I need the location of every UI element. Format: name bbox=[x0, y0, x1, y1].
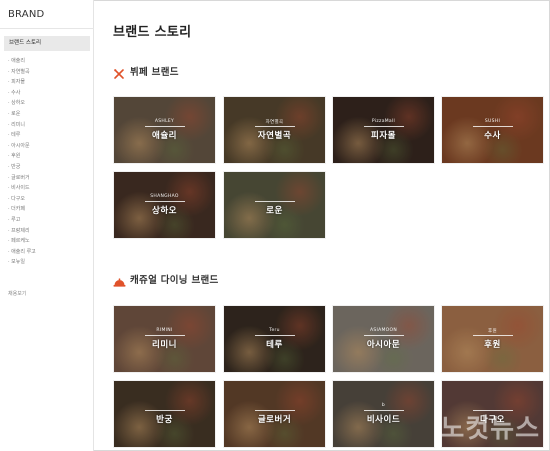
brand-card-name: 애슐리 bbox=[152, 131, 177, 141]
brand-card-logo: b bbox=[381, 403, 386, 408]
brand-card-logo: 자연별곡 bbox=[265, 120, 284, 125]
brand-card-logo bbox=[224, 194, 325, 200]
brand-card-globurger[interactable]: 글로버거 bbox=[223, 380, 326, 448]
brand-card-jayeonbyeolgok[interactable]: 자연별곡 자연별곡 bbox=[223, 96, 326, 164]
sidebar: BRAND 브랜드 스토리 · 애슐리 · 자연별곡 · 피자몰 · 수사 · … bbox=[0, 0, 94, 451]
brand-card-name: 자연별곡 bbox=[257, 131, 292, 141]
brand-card-logo: PizzaMall bbox=[371, 119, 396, 124]
sidebar-item[interactable]: · 반궁 bbox=[8, 162, 36, 173]
brand-card-pizzamall[interactable]: PizzaMall 피자몰 bbox=[332, 96, 435, 164]
brand-card-name: 테루 bbox=[266, 340, 283, 350]
brand-card-roun[interactable]: 로운 bbox=[223, 171, 326, 239]
main-content: 브랜드 스토리 뷔페 브랜드 캐쥬얼 다이닝 브랜드 ASHLEY 애슐리 자연… bbox=[95, 0, 550, 451]
sidebar-extra-link[interactable]: 채용보기 bbox=[8, 290, 26, 297]
brand-card-name: 상하오 bbox=[152, 206, 177, 216]
brand-card-name: 후원 bbox=[484, 340, 501, 350]
brand-card-logo: Teru bbox=[269, 328, 280, 333]
page-title: 브랜드 스토리 bbox=[113, 25, 192, 40]
sidebar-item[interactable]: · 애슐리 bbox=[8, 56, 36, 67]
sidebar-item[interactable]: · 로운 bbox=[8, 109, 36, 120]
brand-card-logo: SHANGHAO bbox=[150, 194, 179, 199]
brand-card-huwon[interactable]: 후원 후원 bbox=[441, 305, 544, 373]
sidebar-item[interactable]: · 후원 bbox=[8, 151, 36, 162]
brand-card-name: 글로버거 bbox=[257, 415, 292, 425]
brand-card-name: 피자몰 bbox=[371, 131, 396, 141]
brand-card-logo bbox=[224, 403, 325, 409]
brand-card-sushi[interactable]: SUSHI 수사 bbox=[441, 96, 544, 164]
brand-card-shanghao[interactable]: SHANGHAO 상하오 bbox=[113, 171, 216, 239]
brand-card-name: 리미니 bbox=[152, 340, 177, 350]
sidebar-item[interactable]: · 글로버거 bbox=[8, 173, 36, 184]
brand-card-logo: ASIAMOON bbox=[369, 328, 398, 333]
sidebar-item[interactable]: · 자연별곡 bbox=[8, 67, 36, 78]
brand-card-logo: SUSHI bbox=[484, 119, 501, 124]
brand-card-asiamoon[interactable]: ASIAMOON 아시아문 bbox=[332, 305, 435, 373]
sidebar-item[interactable]: · 피자몰 bbox=[8, 77, 36, 88]
sidebar-item[interactable]: · 루고 bbox=[8, 215, 36, 226]
sidebar-item[interactable]: · 리미니 bbox=[8, 120, 36, 131]
brand-card-logo: ASHLEY bbox=[154, 119, 175, 124]
sidebar-item[interactable]: · 다구오 bbox=[8, 194, 36, 205]
sidebar-item[interactable]: · 프랑제리 bbox=[8, 226, 36, 237]
brand-card-logo: 후원 bbox=[488, 329, 497, 334]
section-buffet-header: 뷔페 브랜드 bbox=[113, 64, 179, 79]
sidebar-item[interactable]: · 테루 bbox=[8, 130, 36, 141]
brand-card-ashley[interactable]: ASHLEY 애슐리 bbox=[113, 96, 216, 164]
watermark: 노컷뉴스 bbox=[440, 414, 540, 444]
sidebar-item[interactable]: · 애슐리 루고 bbox=[8, 247, 36, 258]
sidebar-item[interactable]: · 모뉴일 bbox=[8, 257, 36, 268]
brand-card-logo: RIMINI bbox=[156, 328, 173, 333]
brand-card-beside[interactable]: b 비사이드 bbox=[332, 380, 435, 448]
section-casual-label: 캐쥬얼 다이닝 브랜드 bbox=[130, 275, 219, 286]
sidebar-item[interactable]: · 상하오 bbox=[8, 98, 36, 109]
brand-card-name: 반궁 bbox=[156, 415, 173, 425]
sidebar-divider bbox=[0, 28, 94, 29]
brand-logo[interactable]: BRAND bbox=[8, 9, 44, 20]
fork-knife-icon bbox=[113, 65, 125, 79]
cloche-icon bbox=[113, 273, 126, 287]
brand-card-name: 비사이드 bbox=[366, 415, 401, 425]
brand-card-name: 로운 bbox=[266, 206, 283, 216]
sidebar-item[interactable]: · 수사 bbox=[8, 88, 36, 99]
section-casual-header: 캐쥬얼 다이닝 브랜드 bbox=[113, 272, 219, 287]
sidebar-brand-list: · 애슐리 · 자연별곡 · 피자몰 · 수사 · 상하오 · 로운 · 리미니… bbox=[8, 56, 36, 268]
sidebar-item[interactable]: · 더카페 bbox=[8, 204, 36, 215]
sidebar-item-brand-story[interactable]: 브랜드 스토리 bbox=[4, 36, 90, 51]
brand-card-teru[interactable]: Teru 테루 bbox=[223, 305, 326, 373]
sidebar-item[interactable]: · 아시아문 bbox=[8, 141, 36, 152]
sidebar-item[interactable]: · 페르케노 bbox=[8, 236, 36, 247]
sidebar-item[interactable]: · 비사이드 bbox=[8, 183, 36, 194]
brand-card-name: 아시아문 bbox=[366, 340, 401, 350]
brand-card-name: 수사 bbox=[484, 131, 501, 141]
brand-card-logo bbox=[114, 403, 215, 409]
brand-card-bangung[interactable]: 반궁 bbox=[113, 380, 216, 448]
section-buffet-label: 뷔페 브랜드 bbox=[130, 67, 179, 78]
brand-card-rimini[interactable]: RIMINI 리미니 bbox=[113, 305, 216, 373]
